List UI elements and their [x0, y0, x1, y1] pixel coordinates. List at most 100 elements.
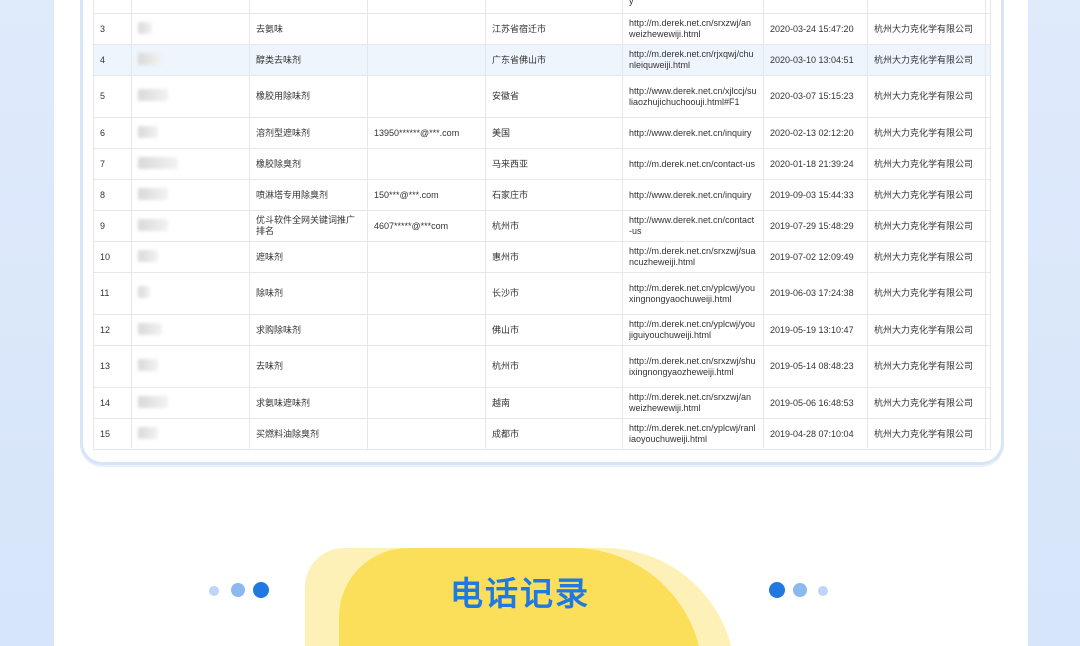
- cell-no: 7: [93, 148, 132, 180]
- cell-spacer: [985, 75, 991, 118]
- table-row: 7 橡胶除臭剂 马来西亚 http://m.derek.net.cn/contact-…: [93, 148, 991, 180]
- cell-spacer: [985, 117, 991, 149]
- cell-spacer: [985, 387, 991, 419]
- cell-name-redacted: [131, 418, 250, 450]
- cell-company: 杭州大力克化学有限公司: [867, 314, 986, 346]
- cell-name-redacted: [131, 387, 250, 419]
- cell-spacer: [985, 0, 991, 14]
- cell-company: 杭州大力克化学有限公司: [867, 241, 986, 273]
- cell-contact: [367, 272, 486, 315]
- cell-name-redacted: [131, 0, 250, 14]
- cell-url[interactable]: http://m.derek.net.cn/srxzwj/suancuzhewe…: [622, 241, 764, 273]
- cell-contact: [367, 241, 486, 273]
- cell-url[interactable]: http://m.derek.net.cn/contact-us: [622, 148, 764, 180]
- cell-time: 2019-05-19 13:10:47: [763, 314, 868, 346]
- cell-keyword: 去味剂: [249, 345, 368, 388]
- cell-no: 12: [93, 314, 132, 346]
- cell-keyword: 溶剂型遮味剂: [249, 117, 368, 149]
- cell-url[interactable]: http://m.derek.net.cn/yplcwj/youjiguiyou…: [622, 314, 764, 346]
- cell-name-redacted: [131, 44, 250, 76]
- cell-name-redacted: [131, 210, 250, 242]
- cell-region: 杭州市: [485, 210, 623, 242]
- table-row: 14 求氨味遮味剂 越南 http://m.derek.net.cn/srxzwj/a…: [93, 387, 991, 419]
- cell-name-redacted: [131, 314, 250, 346]
- redacted-name-blur: [138, 21, 152, 34]
- cell-spacer: [985, 13, 991, 45]
- cell-time: 2020-03-24 15:47:20: [763, 13, 868, 45]
- table-row: 15 买燃料油除臭剂 成都市 http://m.derek.net.cn/yplcwj…: [93, 418, 991, 450]
- cell-keyword: 橡胶除臭剂: [249, 148, 368, 180]
- cell-name-redacted: [131, 179, 250, 211]
- cell-no: 6: [93, 117, 132, 149]
- cell-time: 2019-07-29 15:48:29: [763, 210, 868, 242]
- cell-keyword: 优斗软件全网关键词推广排名: [249, 210, 368, 242]
- cell-contact: 13950******@***.com: [367, 117, 486, 149]
- cell-region: 广东省佛山市: [485, 44, 623, 76]
- cell-contact: [367, 0, 486, 14]
- cell-region: 杭州市: [485, 345, 623, 388]
- cell-region: 美国: [485, 117, 623, 149]
- redacted-name-blur: [138, 426, 158, 439]
- redacted-name-blur: [138, 359, 158, 371]
- table-row: 9 优斗软件全网关键词推广排名 4607*****@***com 杭州市 http://…: [93, 210, 991, 242]
- cell-contact: [367, 75, 486, 118]
- cell-region: 石家庄市: [485, 179, 623, 211]
- cell-spacer: [985, 44, 991, 76]
- cell-no: 14: [93, 387, 132, 419]
- cell-time: 2020-01-18 21:39:24: [763, 148, 868, 180]
- cell-time: 2019-05-14 08:48:23: [763, 345, 868, 388]
- cell-no: 4: [93, 44, 132, 76]
- cell-url[interactable]: http://m.derek.net.cn/yplcwj/ranliaoyouc…: [622, 418, 764, 450]
- cell-url[interactable]: http://m.derek.net.cn/srxzwj/anweizhewew…: [622, 13, 764, 45]
- cell-name-redacted: [131, 241, 250, 273]
- cell-name-redacted: [131, 345, 250, 388]
- cell-url[interactable]: http://www.derek.net.cn/contact-us: [622, 210, 764, 242]
- cell-company: [867, 0, 986, 14]
- cell-keyword: 除味剂: [249, 272, 368, 315]
- table-row: 3 去氨味 江苏省宿迁市 http://m.derek.net.cn/srxzwj/a…: [93, 13, 991, 45]
- cell-url[interactable]: http://m.derek.net.cn/srxzwj/anweizhewew…: [622, 387, 764, 419]
- cell-url[interactable]: http://www.derek.net.cn/xjlccj/suliaozhu…: [622, 75, 764, 118]
- cell-contact: [367, 387, 486, 419]
- cell-keyword: [249, 0, 368, 14]
- cell-name-redacted: [131, 272, 250, 315]
- cell-keyword: 求购除味剂: [249, 314, 368, 346]
- cell-spacer: [985, 418, 991, 450]
- cell-time: 2020-03-07 15:15:23: [763, 75, 868, 118]
- cell-contact: 150***@***.com: [367, 179, 486, 211]
- redacted-name-blur: [138, 395, 168, 408]
- cell-contact: [367, 345, 486, 388]
- redacted-name-blur: [138, 89, 168, 101]
- cell-url[interactable]: http://m.derek.net.cn/yplcwj/youxingnong…: [622, 272, 764, 315]
- cell-url[interactable]: http://www.derek.net.cn/inquiry: [622, 117, 764, 149]
- cell-no: 5: [93, 75, 132, 118]
- table-row: 6 溶剂型遮味剂 13950******@***.com 美国 http://www.d…: [93, 117, 991, 149]
- cell-company: 杭州大力克化学有限公司: [867, 148, 986, 180]
- cell-contact: [367, 314, 486, 346]
- table-row: 8 喷淋塔专用除臭剂 150***@***.com 石家庄市 http://www.de…: [93, 179, 991, 211]
- cell-time: 2020-03-10 13:04:51: [763, 44, 868, 76]
- table-row: 11 除味剂 长沙市 http://m.derek.net.cn/yplcwj/you…: [93, 272, 991, 315]
- cell-time: 2019-06-03 17:24:38: [763, 272, 868, 315]
- left-dot-medium: [231, 583, 245, 597]
- cell-name-redacted: [131, 75, 250, 118]
- cell-region: 成都市: [485, 418, 623, 450]
- cell-url[interactable]: http://www.derek.net.cn/inquiry: [622, 179, 764, 211]
- cell-time: 2019-04-28 07:10:04: [763, 418, 868, 450]
- cell-no: 3: [93, 13, 132, 45]
- redacted-name-blur: [138, 249, 158, 262]
- cell-company: 杭州大力克化学有限公司: [867, 210, 986, 242]
- cell-region: 江苏省宿迁市: [485, 13, 623, 45]
- cell-region: [485, 0, 623, 14]
- cell-region: 惠州市: [485, 241, 623, 273]
- records-table-body: y 3 去氨味 江苏省宿迁市 http://m.derek.net.cn/srxzwj/…: [93, 0, 991, 450]
- right-dot-small: [818, 586, 828, 596]
- cell-spacer: [985, 210, 991, 242]
- cell-url[interactable]: http://m.derek.net.cn/srxzwj/shuixingnon…: [622, 345, 764, 388]
- cell-company: 杭州大力克化学有限公司: [867, 117, 986, 149]
- cell-company: 杭州大力克化学有限公司: [867, 387, 986, 419]
- cell-keyword: 买燃料油除臭剂: [249, 418, 368, 450]
- cell-url[interactable]: y: [622, 0, 764, 14]
- cell-url[interactable]: http://m.derek.net.cn/rjxqwj/chunleiquwe…: [622, 44, 764, 76]
- cell-company: 杭州大力克化学有限公司: [867, 13, 986, 45]
